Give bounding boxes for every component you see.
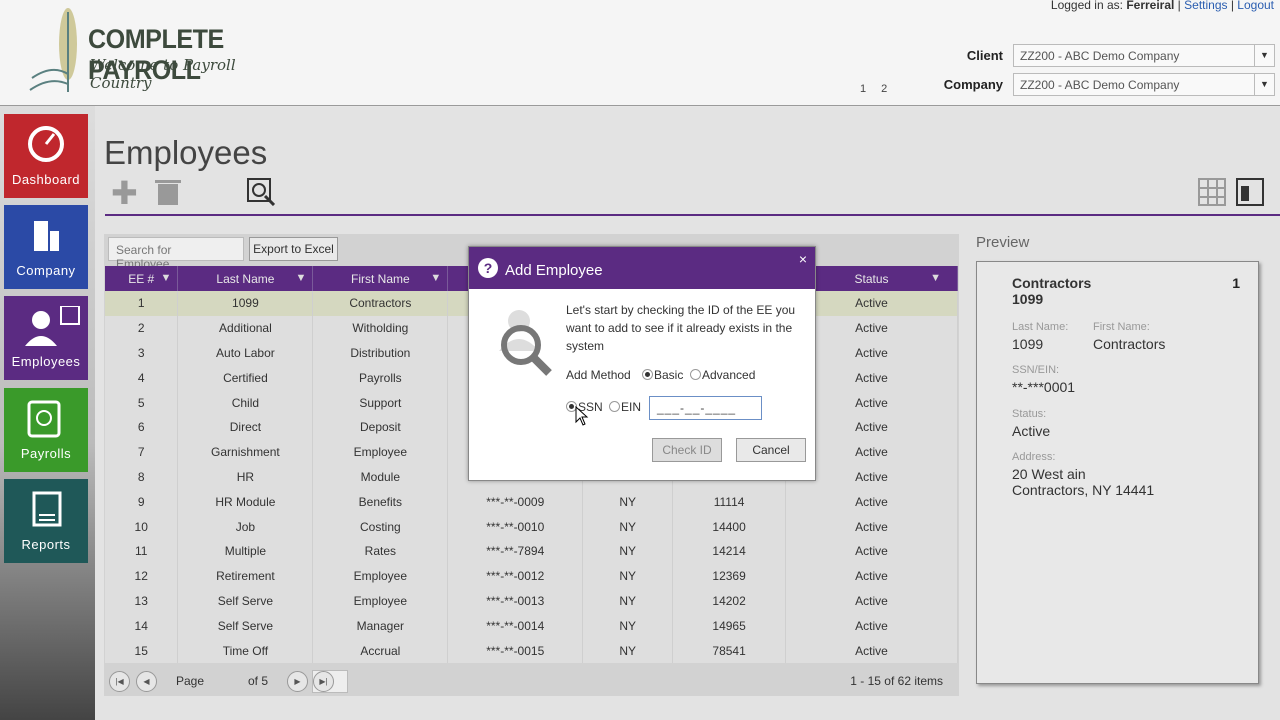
help-icon: ? — [478, 258, 498, 278]
add-method-label: Add Method — [566, 368, 631, 382]
check-id-button[interactable]: Check ID — [652, 438, 722, 462]
radio-icon[interactable] — [609, 401, 620, 412]
search-person-icon — [493, 307, 555, 386]
cancel-button[interactable]: Cancel — [736, 438, 806, 462]
ein-radio[interactable]: EIN — [609, 400, 641, 414]
basic-radio[interactable]: Basic — [642, 368, 683, 382]
advanced-radio[interactable]: Advanced — [690, 368, 755, 382]
radio-icon[interactable] — [690, 369, 701, 380]
dialog-message: Let's start by checking the ID of the EE… — [566, 303, 796, 353]
close-icon[interactable]: × — [799, 251, 807, 267]
dialog-title: Add Employee — [505, 262, 603, 279]
dialog-header: ? Add Employee × — [469, 247, 815, 289]
id-input[interactable]: ___-__-____ — [649, 396, 762, 420]
radio-selected-icon[interactable] — [642, 369, 653, 380]
mouse-cursor-icon — [575, 405, 589, 431]
add-employee-dialog: ? Add Employee × Let's start by checking… — [468, 246, 816, 481]
